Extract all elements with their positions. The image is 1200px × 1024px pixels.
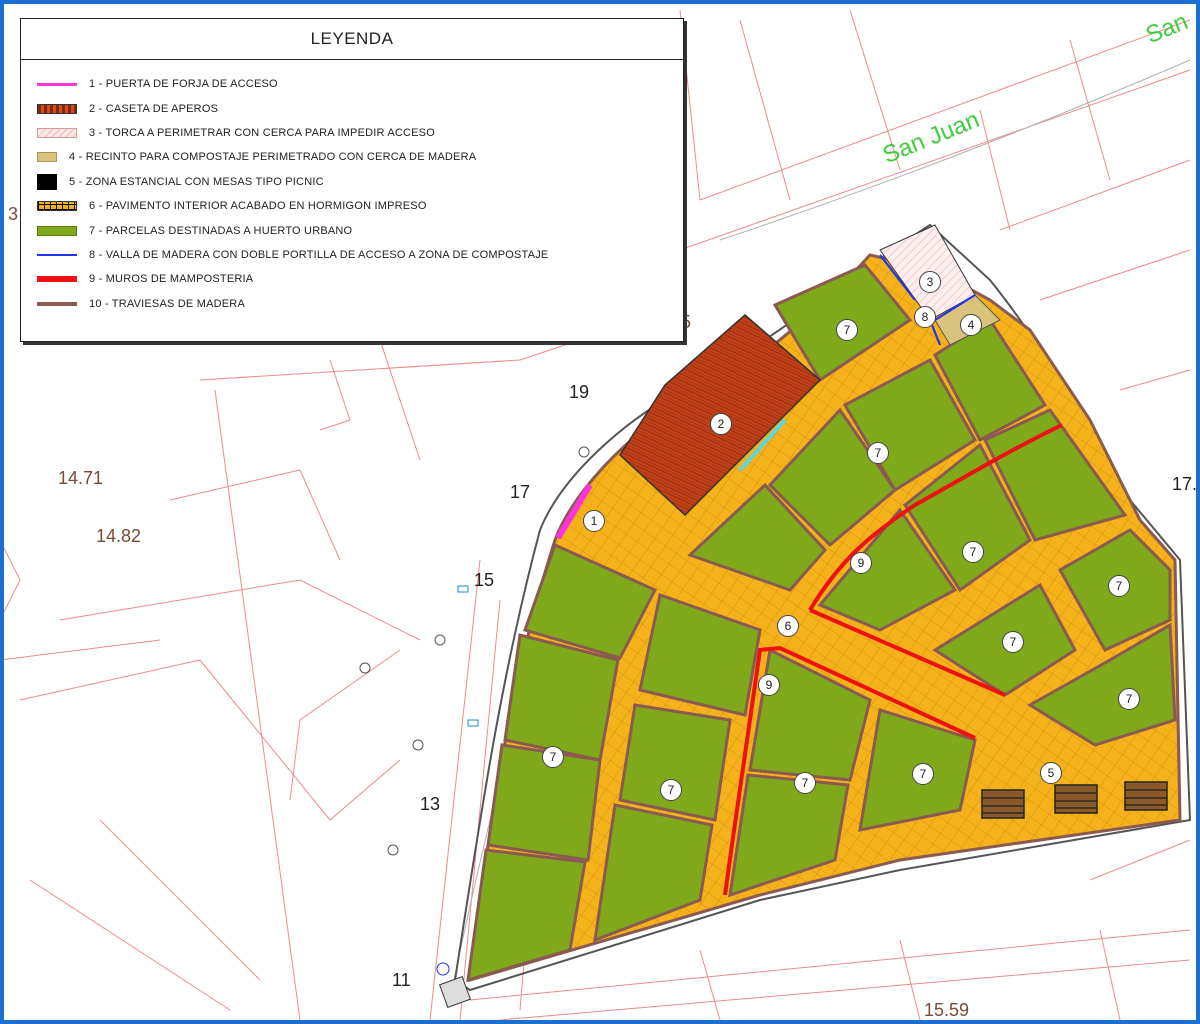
legend-label: 3 - TORCA A PERIMETRAR CON CERCA PARA IM…	[89, 126, 435, 139]
legend-label: 6 - PAVIMENTO INTERIOR ACABADO EN HORMIG…	[89, 200, 427, 213]
legend-label: 1 - PUERTA DE FORJA DE ACCESO	[89, 78, 278, 91]
legend-item-compostaje: 4 - RECINTO PARA COMPOSTAJE PERIMETRADO …	[37, 145, 683, 169]
legend-item-caseta: 2 - CASETA DE APEROS	[37, 96, 683, 120]
marker-8: 8	[914, 306, 936, 328]
marker-7-parcel: 7	[836, 319, 858, 341]
legend-label: 7 - PARCELAS DESTINADAS A HUERTO URBANO	[89, 224, 353, 237]
elevation-14-71: 14.71	[58, 468, 104, 488]
elevation-14-82: 14.82	[96, 526, 142, 546]
legend-label: 5 - ZONA ESTANCIAL CON MESAS TIPO PICNIC	[69, 175, 324, 188]
marker-9a: 9	[850, 552, 872, 574]
house-number-13: 13	[420, 794, 441, 814]
legend-swatch-compostaje	[37, 152, 57, 163]
marker-6: 6	[777, 615, 799, 637]
legend-label: 4 - RECINTO PARA COMPOSTAJE PERIMETRADO …	[69, 151, 477, 164]
legend-swatch-pavimento	[37, 201, 77, 212]
legend-swatch-traviesas	[37, 301, 77, 306]
marker-7-parcel: 7	[962, 541, 984, 563]
legend-list: 1 - PUERTA DE FORJA DE ACCESO 2 - CASETA…	[21, 60, 683, 316]
legend-title: LEYENDA	[21, 19, 683, 60]
marker-7-parcel: 7	[912, 763, 934, 785]
legend-item-muros: 9 - MUROS DE MAMPOSTERIA	[37, 267, 683, 291]
marker-7-parcel: 7	[660, 779, 682, 801]
legend-swatch-huerto	[37, 225, 77, 236]
legend-item-valla: 8 - VALLA DE MADERA CON DOBLE PORTILLA D…	[37, 243, 683, 267]
marker-5: 5	[1040, 762, 1062, 784]
legend-item-picnic: 5 - ZONA ESTANCIAL CON MESAS TIPO PICNIC	[37, 170, 683, 194]
marker-4: 4	[960, 314, 982, 336]
legend-label: 8 - VALLA DE MADERA CON DOBLE PORTILLA D…	[89, 248, 549, 261]
legend-label: 10 - TRAVIESAS DE MADERA	[89, 297, 245, 310]
marker-7-parcel: 7	[542, 746, 564, 768]
marker-7-parcel: 7	[1002, 631, 1024, 653]
house-number-19: 19	[569, 382, 590, 402]
marker-1: 1	[583, 510, 605, 532]
legend-label: 2 - CASETA DE APEROS	[89, 102, 219, 115]
marker-7-parcel: 7	[1118, 688, 1140, 710]
legend: LEYENDA 1 - PUERTA DE FORJA DE ACCESO 2 …	[20, 18, 684, 342]
legend-swatch-torca	[37, 127, 77, 138]
map-frame: San Juan San 19 17 15 13 11 14.71 14.82 …	[0, 0, 1200, 1024]
legend-item-traviesas: 10 - TRAVIESAS DE MADERA	[37, 292, 683, 316]
legend-item-pavimento: 6 - PAVIMENTO INTERIOR ACABADO EN HORMIG…	[37, 194, 683, 218]
edge-fragment-3: 3	[8, 204, 19, 224]
legend-swatch-puerta	[37, 82, 77, 86]
legend-swatch-picnic	[37, 173, 57, 190]
house-number-15: 15	[474, 570, 495, 590]
legend-swatch-valla	[37, 253, 77, 256]
marker-9b: 9	[758, 674, 780, 696]
legend-label: 9 - MUROS DE MAMPOSTERIA	[89, 273, 254, 286]
legend-item-torca: 3 - TORCA A PERIMETRAR CON CERCA PARA IM…	[37, 121, 683, 145]
edge-fragment-17: 17.	[1172, 474, 1198, 494]
elevation-15-59: 15.59	[924, 1000, 970, 1020]
legend-item-huerto: 7 - PARCELAS DESTINADAS A HUERTO URBANO	[37, 218, 683, 242]
marker-7-parcel: 7	[867, 442, 889, 464]
marker-7-parcel: 7	[794, 772, 816, 794]
legend-swatch-muros	[37, 276, 77, 283]
legend-swatch-caseta	[37, 103, 77, 114]
house-number-11: 11	[392, 970, 411, 990]
legend-item-puerta: 1 - PUERTA DE FORJA DE ACCESO	[37, 72, 683, 96]
marker-7-parcel: 7	[1108, 575, 1130, 597]
marker-2: 2	[710, 413, 732, 435]
marker-3: 3	[919, 271, 941, 293]
house-number-17: 17	[510, 482, 531, 502]
